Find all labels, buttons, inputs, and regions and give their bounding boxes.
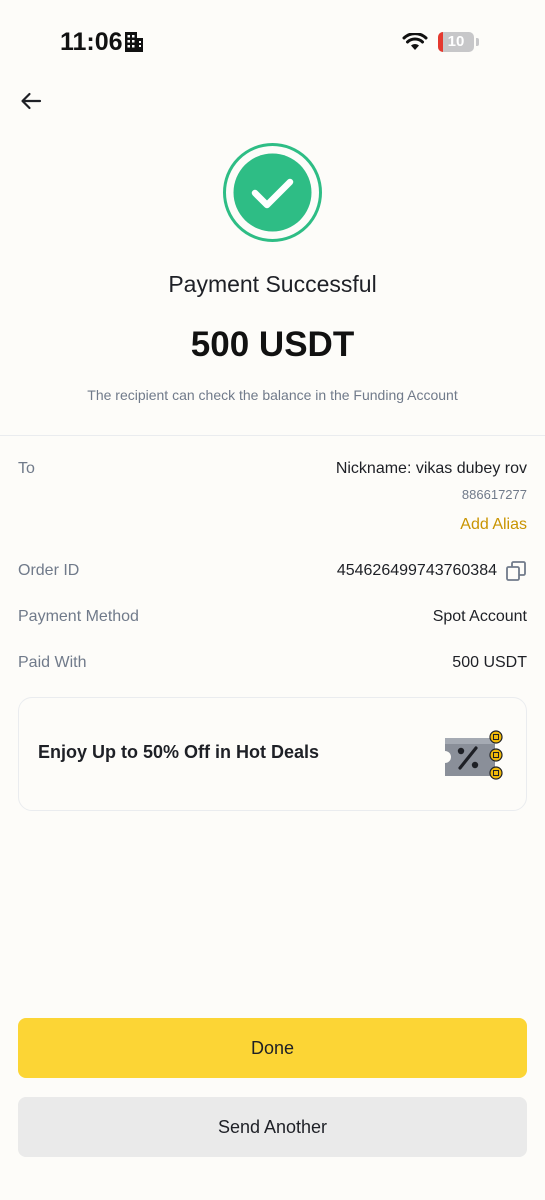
back-button[interactable] [16,86,46,116]
battery-cap [476,38,479,46]
add-alias-link[interactable]: Add Alias [460,516,527,534]
done-button[interactable]: Done [18,1018,527,1078]
order-id-label: Order ID [18,562,80,579]
check-circle-icon [223,143,322,242]
section-divider [0,435,545,436]
payment-status-title: Payment Successful [168,271,377,297]
recipient-id: 886617277 [461,487,527,502]
send-another-button-label: Send Another [217,1116,328,1137]
arrow-left-icon [21,92,42,110]
send-another-button[interactable]: Send Another [18,1097,527,1157]
hot-deals-card[interactable]: Enjoy Up to 50% Off in Hot Deals [18,697,527,811]
paid-with-label: Paid With [18,654,87,671]
to-label: To [18,460,35,477]
battery-level: 10 [447,33,465,50]
payment-note: The recipient can check the balance in t… [87,387,458,403]
order-id-value: 454626499743760384 [336,562,497,579]
hot-deals-text: Enjoy Up to 50% Off in Hot Deals [38,742,320,762]
wifi-icon [402,33,428,50]
paid-with-value: 500 USDT [452,654,527,671]
payment-amount: 500 USDT [190,325,355,364]
battery-icon: 10 [438,32,474,52]
building-icon [125,32,143,52]
status-time: 11:06 [60,28,123,56]
coupon-icon [445,730,503,780]
copy-icon[interactable] [505,560,527,582]
recipient-nickname: Nickname: vikas dubey rov [335,460,527,477]
payment-method-label: Payment Method [18,608,139,625]
payment-method-value: Spot Account [432,608,527,625]
status-bar: 11:06 10 [0,0,545,84]
done-button-label: Done [250,1037,295,1058]
